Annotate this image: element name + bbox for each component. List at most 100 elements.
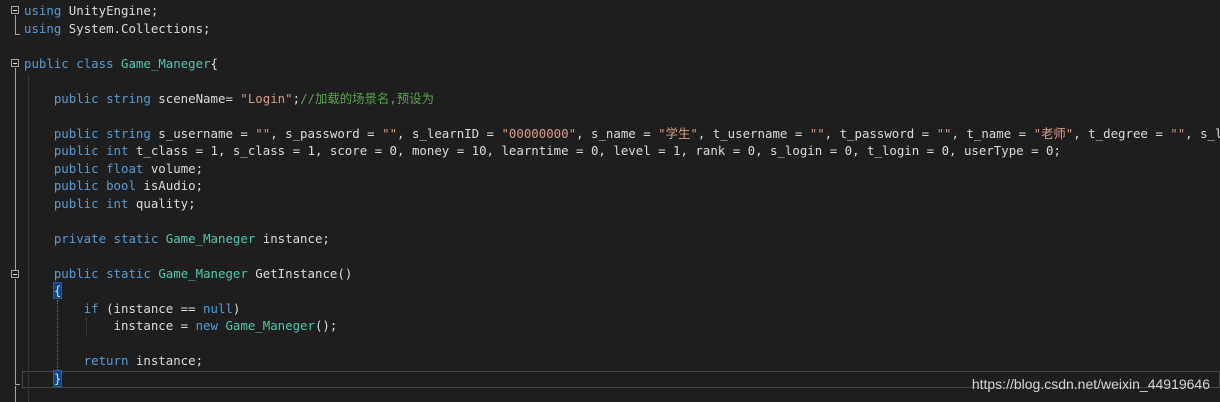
- outline-bar: [15, 15, 16, 34]
- code-token: GetInstance(): [247, 265, 353, 281]
- code-token: "Login": [240, 90, 293, 106]
- code-line[interactable]: if (instance == null): [24, 300, 241, 318]
- code-token: ): [232, 300, 241, 316]
- outline-bar: [15, 386, 16, 402]
- code-token: , t_password =: [824, 125, 937, 141]
- code-line[interactable]: instance = new Game_Maneger();: [24, 317, 338, 335]
- code-token: ();: [314, 318, 338, 333]
- code-token: Game_Maneger: [165, 230, 256, 246]
- code-line[interactable]: public int t_class = 1, s_class = 1, sco…: [24, 142, 1061, 160]
- code-token: , s_password =: [270, 125, 383, 141]
- code-token: public: [24, 143, 99, 158]
- code-line[interactable]: public class Game_Maneger{: [24, 55, 218, 73]
- code-token: using: [24, 20, 62, 36]
- code-token: public: [24, 55, 69, 71]
- code-line[interactable]: public string sceneName= "Login";//加载的场景…: [24, 90, 434, 108]
- code-token: {: [210, 55, 219, 71]
- code-token: "": [255, 125, 271, 141]
- code-token: Game_Maneger: [158, 265, 248, 281]
- code-token: new: [195, 318, 218, 333]
- code-token: public: [24, 265, 99, 281]
- code-token: bool: [106, 178, 136, 193]
- code-token: null: [203, 300, 233, 316]
- code-token: static: [113, 230, 159, 246]
- code-token: instance;: [128, 353, 204, 368]
- code-token: "": [382, 125, 398, 141]
- code-token: , s_name =: [576, 125, 659, 141]
- code-token: string: [106, 125, 151, 141]
- code-token: "老师": [1033, 125, 1074, 141]
- code-token: System.Collections;: [61, 20, 211, 36]
- code-token: , t_degree =: [1073, 125, 1171, 141]
- matched-brace: }: [52, 369, 63, 387]
- code-token: private: [24, 230, 107, 246]
- code-token: public: [24, 125, 99, 141]
- collapse-method-icon[interactable]: [11, 270, 19, 278]
- code-token: if: [24, 300, 99, 316]
- matched-brace: {: [52, 282, 63, 299]
- code-token: //加载的场景名,预设为: [300, 90, 434, 106]
- code-token: float: [106, 160, 144, 176]
- code-token: using: [24, 3, 62, 18]
- code-token: int: [106, 195, 129, 211]
- code-line[interactable]: public bool isAudio;: [24, 177, 203, 195]
- collapse-using-icon[interactable]: [11, 6, 19, 14]
- code-token: (instance ==: [98, 300, 204, 316]
- code-token: , t_username =: [697, 125, 810, 141]
- code-token: s_username =: [150, 125, 256, 141]
- code-token: , s_logint: [1185, 125, 1220, 141]
- code-token: "学生": [658, 125, 698, 141]
- code-token: ;: [292, 90, 301, 106]
- outline-bar: [15, 68, 16, 271]
- code-token: sceneName=: [150, 90, 241, 106]
- code-line[interactable]: private static Game_Maneger instance;: [24, 230, 330, 248]
- code-line[interactable]: }: [24, 369, 63, 388]
- code-token: Game_Maneger: [225, 318, 315, 333]
- outlining-margin: [0, 0, 22, 402]
- code-token: isAudio;: [135, 178, 204, 193]
- code-token: quality;: [128, 195, 196, 211]
- code-token: class: [76, 55, 114, 71]
- code-line[interactable]: public float volume;: [24, 160, 203, 178]
- code-token: UnityEngine;: [61, 3, 159, 18]
- code-token: public: [24, 160, 99, 176]
- outline-bar: [15, 279, 16, 384]
- outline-end-tick: [15, 34, 20, 35]
- code-line[interactable]: {: [24, 282, 63, 300]
- code-token: return: [24, 353, 129, 368]
- code-line[interactable]: using System.Collections;: [24, 20, 211, 38]
- code-token: public: [24, 178, 99, 193]
- code-token: , s_learnID =: [397, 125, 502, 141]
- code-token: "00000000": [501, 125, 577, 141]
- code-token: Game_Maneger: [121, 55, 211, 71]
- code-line[interactable]: public string s_username = "", s_passwor…: [24, 125, 1220, 143]
- code-line[interactable]: using UnityEngine;: [24, 2, 158, 20]
- code-token: instance =: [24, 318, 196, 333]
- code-token: t_class = 1, s_class = 1, score = 0, mon…: [128, 143, 1061, 158]
- code-token: instance;: [255, 230, 330, 246]
- code-token: "": [809, 125, 825, 141]
- code-line[interactable]: public int quality;: [24, 195, 196, 213]
- code-token: , t_name =: [951, 125, 1034, 141]
- collapse-class-icon[interactable]: [11, 59, 19, 67]
- code-token: public: [24, 195, 99, 211]
- code-line[interactable]: return instance;: [24, 352, 203, 370]
- code-token: "": [1170, 125, 1186, 141]
- code-token: static: [106, 265, 151, 281]
- code-token: public: [24, 90, 99, 106]
- code-token: volume;: [143, 160, 204, 176]
- code-token: int: [106, 143, 129, 158]
- code-line[interactable]: public static Game_Maneger GetInstance(): [24, 265, 352, 283]
- code-editor[interactable]: using UnityEngine; using System.Collectio…: [0, 0, 1220, 402]
